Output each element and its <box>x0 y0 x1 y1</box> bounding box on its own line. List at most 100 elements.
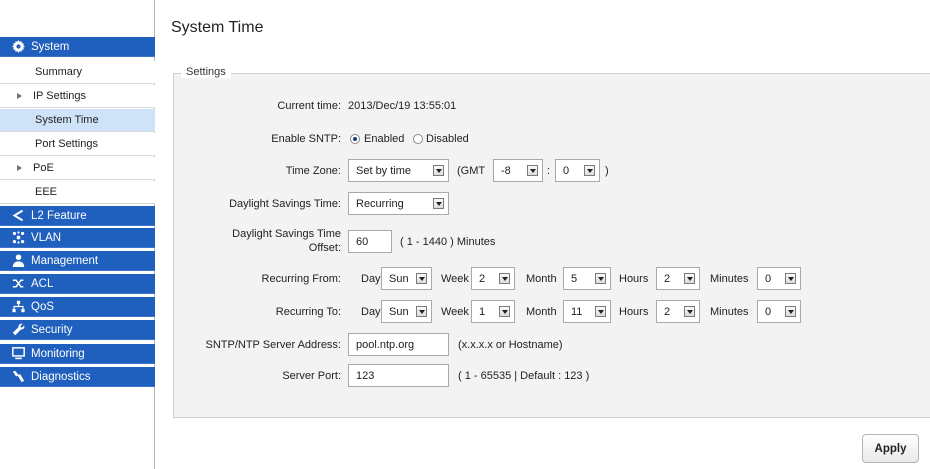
from-day-select[interactable]: Sun <box>381 267 432 290</box>
nav-ip-settings[interactable]: IP Settings <box>0 85 155 108</box>
gmt-colon: : <box>547 165 551 177</box>
to-day-label: Day <box>361 306 381 318</box>
to-minutes-label: Minutes <box>710 306 749 318</box>
time-zone-mode-select[interactable]: Set by time <box>348 159 449 182</box>
nav-management[interactable]: Management <box>0 251 155 271</box>
nav-system[interactable]: System <box>0 37 155 57</box>
nav-ip-settings-label: IP Settings <box>33 90 86 102</box>
to-month-label: Month <box>526 306 557 318</box>
sntp-disabled-label: Disabled <box>426 133 469 145</box>
nav-diagnostics[interactable]: Diagnostics <box>0 367 155 387</box>
page-title: System Time <box>171 19 264 36</box>
dst-offset-label-line2: Offset: <box>308 242 341 254</box>
nav-eee[interactable]: EEE <box>0 181 155 204</box>
nav-summary-label: Summary <box>35 66 83 78</box>
chevron-down-icon <box>684 306 695 317</box>
gmt-hours-select[interactable]: -8 <box>493 159 543 182</box>
nav-vlan[interactable]: VLAN <box>0 228 155 248</box>
sntp-enabled-radio[interactable] <box>350 134 360 144</box>
to-minutes-select[interactable]: 0 <box>757 300 801 323</box>
sntp-disabled-radio[interactable] <box>413 134 423 144</box>
nav-poe[interactable]: PoE <box>0 157 155 180</box>
chevron-down-icon <box>785 306 796 317</box>
to-hours-select[interactable]: 2 <box>656 300 700 323</box>
monitor-icon <box>11 347 25 361</box>
from-week-select[interactable]: 2 <box>471 267 515 290</box>
sntp-enabled-label: Enabled <box>364 133 405 145</box>
to-week-value: 1 <box>479 305 486 318</box>
share-icon <box>11 209 25 223</box>
recurring-to-label: Recurring To: <box>275 306 341 318</box>
gear-icon <box>11 40 25 54</box>
from-minutes-select[interactable]: 0 <box>757 267 801 290</box>
current-time-value: 2013/Dec/19 13:55:01 <box>348 100 457 112</box>
nav-eee-label: EEE <box>35 186 58 198</box>
dst-select[interactable]: Recurring <box>348 192 449 215</box>
chevron-down-icon <box>785 273 796 284</box>
chevron-down-icon <box>684 273 695 284</box>
expand-triangle-icon <box>17 165 22 171</box>
vlan-icon <box>11 231 25 245</box>
nav-port-settings[interactable]: Port Settings <box>0 133 155 156</box>
server-port-hint: ( 1 - 65535 | Default : 123 ) <box>458 370 590 382</box>
to-week-select[interactable]: 1 <box>471 300 515 323</box>
nav-acl-label: ACL <box>31 277 54 290</box>
from-month-select[interactable]: 5 <box>563 267 611 290</box>
nav-management-label: Management <box>31 254 99 267</box>
nav-qos-label: QoS <box>31 300 55 313</box>
gmt-minutes-select[interactable]: 0 <box>555 159 600 182</box>
from-minutes-value: 0 <box>765 272 772 285</box>
current-time-label: Current time: <box>277 100 341 112</box>
server-address-input[interactable]: pool.ntp.org <box>348 333 449 356</box>
to-month-value: 11 <box>571 305 583 318</box>
recurring-from-label: Recurring From: <box>261 273 341 285</box>
from-day-value: Sun <box>389 272 409 285</box>
settings-legend: Settings <box>181 66 231 78</box>
server-address-label: SNTP/NTP Server Address: <box>205 339 341 351</box>
to-day-select[interactable]: Sun <box>381 300 432 323</box>
nav-acl[interactable]: ACL <box>0 274 155 294</box>
chevron-down-icon <box>499 273 510 284</box>
nav-monitoring-label: Monitoring <box>31 347 85 360</box>
nav-poe-label: PoE <box>33 162 54 174</box>
nav-qos[interactable]: QoS <box>0 297 155 317</box>
chevron-down-icon <box>433 165 444 176</box>
from-hours-value: 2 <box>664 272 671 285</box>
nav-l2-feature[interactable]: L2 Feature <box>0 206 155 226</box>
chevron-down-icon <box>433 198 444 209</box>
from-week-value: 2 <box>479 272 486 285</box>
nav-security[interactable]: Security <box>0 320 155 340</box>
chevron-down-icon <box>595 306 606 317</box>
user-icon <box>11 254 25 268</box>
server-port-label: Server Port: <box>282 370 341 382</box>
chevron-down-icon <box>499 306 510 317</box>
from-hours-select[interactable]: 2 <box>656 267 700 290</box>
nav-system-time[interactable]: System Time <box>0 109 155 132</box>
chevron-down-icon <box>527 165 538 176</box>
server-port-input[interactable]: 123 <box>348 364 449 387</box>
nav-monitoring[interactable]: Monitoring <box>0 344 155 364</box>
nav-system-label: System <box>31 40 70 53</box>
chevron-down-icon <box>416 273 427 284</box>
chevron-down-icon <box>584 165 595 176</box>
settings-panel <box>173 73 930 418</box>
time-zone-label: Time Zone: <box>285 165 341 177</box>
apply-button[interactable]: Apply <box>862 434 919 463</box>
dst-offset-label-line1: Daylight Savings Time <box>232 228 341 240</box>
nav-system-time-label: System Time <box>35 114 99 126</box>
to-month-select[interactable]: 11 <box>563 300 611 323</box>
dst-label: Daylight Savings Time: <box>229 198 341 210</box>
shuffle-icon <box>11 277 25 291</box>
nav-summary[interactable]: Summary <box>0 61 155 84</box>
hierarchy-icon <box>11 300 25 314</box>
chevron-down-icon <box>416 306 427 317</box>
gmt-open-label: (GMT <box>457 165 486 177</box>
time-zone-mode-value: Set by time <box>356 164 412 177</box>
from-month-value: 5 <box>571 272 578 285</box>
gmt-close: ) <box>605 165 609 177</box>
to-hours-label: Hours <box>619 306 649 318</box>
wrench-icon <box>11 323 25 337</box>
nav-security-label: Security <box>31 323 73 336</box>
dst-offset-input[interactable]: 60 <box>348 230 392 253</box>
from-week-label: Week <box>441 273 469 285</box>
